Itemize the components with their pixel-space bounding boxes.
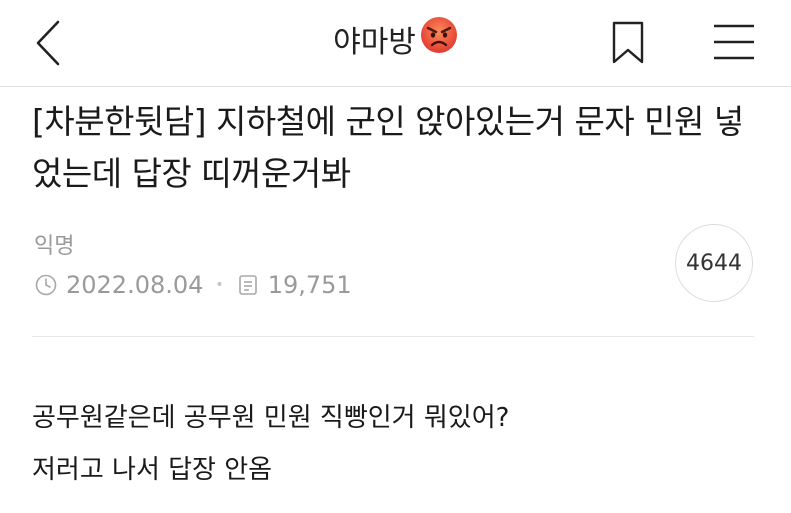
author-name: 익명: [34, 234, 75, 259]
comment-count-button[interactable]: 4644: [675, 224, 753, 302]
comment-count: 4644: [686, 250, 742, 276]
post-page: 야마방 [차분한뒷담] 지하철에 군인 앉아있는거 문자 민원 넣었는데 답장 …: [0, 0, 791, 513]
post-date: 2022.08.04: [66, 271, 204, 299]
views-icon: [236, 273, 260, 297]
divider: [32, 336, 754, 337]
post-body: 공무원같은데 공무원 민원 직빵인거 뭐있어? 저러고 나서 답장 안옴: [32, 392, 757, 496]
body-line: 저러고 나서 답장 안옴: [32, 455, 273, 485]
clock-icon: [34, 273, 58, 297]
bookmark-icon: [612, 21, 644, 64]
menu-button[interactable]: [712, 22, 756, 62]
body-line: 공무원같은데 공무원 민원 직빵인거 뭐있어?: [32, 403, 510, 433]
hamburger-menu-icon: [714, 24, 754, 60]
angry-face-icon: [420, 16, 458, 65]
board-title[interactable]: 야마방: [0, 17, 791, 65]
separator-dot: •: [215, 277, 224, 293]
post-meta: 2022.08.04 • 19,751: [34, 268, 352, 302]
top-header: 야마방: [0, 0, 791, 87]
view-count: 19,751: [267, 271, 352, 299]
post-title: [차분한뒷담] 지하철에 군인 앉아있는거 문자 민원 넣었는데 답장 띠꺼운거…: [32, 102, 744, 193]
bookmark-button[interactable]: [610, 20, 646, 66]
board-name: 야마방: [333, 25, 416, 60]
